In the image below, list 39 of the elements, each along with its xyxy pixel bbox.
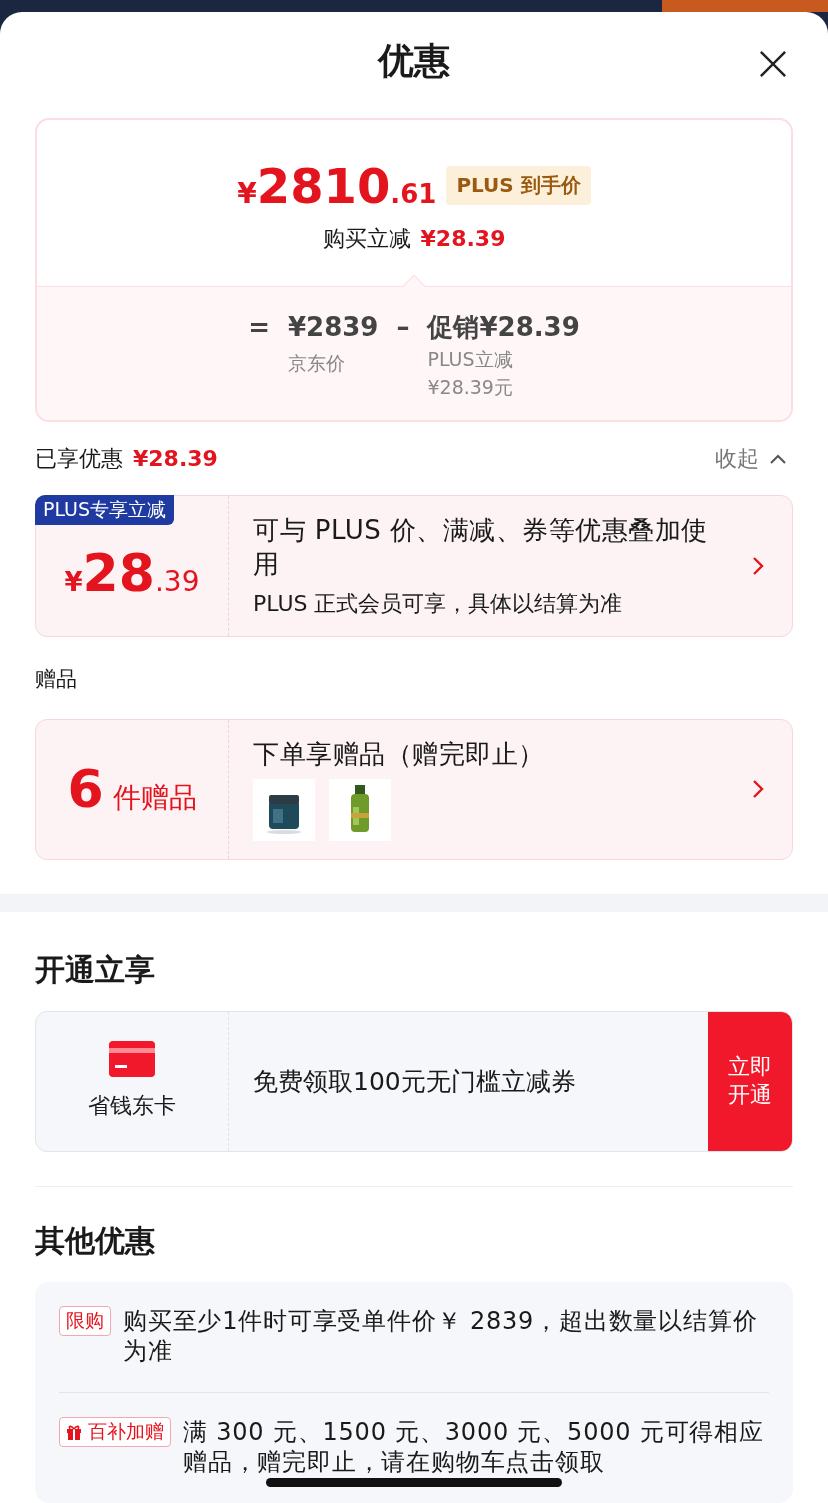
chevron-right-icon xyxy=(752,779,764,800)
discount-amount: ¥28.39 xyxy=(64,542,200,603)
card-icon xyxy=(109,1041,155,1078)
offer-text: 满 300 元、1500 元、3000 元、5000 元可得相应赠品，赠完即止，请在购物车点击领取 xyxy=(183,1417,765,1477)
promo-label: PLUS立减 xyxy=(427,346,514,372)
chevron-icon xyxy=(769,452,787,465)
promo-amount: 促销¥28.39 xyxy=(427,310,580,344)
discount-note: PLUS 正式会员可享，具体以结算为准 xyxy=(253,589,624,618)
minus-sign: – xyxy=(396,310,410,344)
chevron-right-icon xyxy=(752,555,764,576)
enjoyed-label: 已享优惠 xyxy=(35,444,123,473)
offer-tag: 百补加赠 xyxy=(59,1417,171,1447)
sheet-title: 优惠 xyxy=(378,39,450,84)
promo-detail: ¥28.39元 xyxy=(427,374,514,400)
discount-card[interactable]: PLUS专享立减 ¥28.39 可与 PLUS 价、满减、券等优惠叠加使用 PLUS 正式会员可享，具体以结算为准 xyxy=(35,495,793,637)
gift-count: 6 件赠品 xyxy=(67,759,197,820)
reduction-amount: ¥28.39 xyxy=(420,226,506,252)
base-price-label: 京东价 xyxy=(288,350,346,376)
membership-offer: 免费领取100元无门槛立减券 xyxy=(252,1065,577,1098)
activate-button[interactable]: 立即开通 xyxy=(708,1011,792,1152)
gift-icon xyxy=(66,1424,82,1440)
offer-text: 购买至少1件时可享受单件价￥ 2839，超出数量以结算价为准 xyxy=(123,1306,759,1366)
equals-sign: = xyxy=(248,310,270,344)
offer-tag: 限购 xyxy=(59,1306,111,1336)
price-badge: PLUS 到手价 xyxy=(446,166,591,206)
card-name: 省钱东卡 xyxy=(88,1092,176,1121)
discount-tag: PLUS专享立减 xyxy=(35,495,175,526)
reduction-label: 购买立减 xyxy=(322,224,411,253)
close-icon[interactable] xyxy=(759,50,787,78)
section-title: 其他优惠 xyxy=(35,1222,155,1260)
discount-description: 可与 PLUS 价、满减、券等优惠叠加使用 xyxy=(253,513,709,581)
section-title: 开通立享 xyxy=(35,950,155,989)
base-price: ¥2839 xyxy=(288,310,379,344)
gift-card[interactable]: 6 件赠品 下单享赠品（赠完即止） xyxy=(35,718,793,861)
collapse-toggle[interactable]: 收起 xyxy=(715,443,793,474)
final-price: ¥2810.61 xyxy=(237,157,437,214)
gift-description: 下单享赠品（赠完即止） xyxy=(253,738,546,772)
gifts-label: 赠品 xyxy=(35,665,77,693)
enjoyed-amount: ¥28.39 xyxy=(133,446,218,472)
